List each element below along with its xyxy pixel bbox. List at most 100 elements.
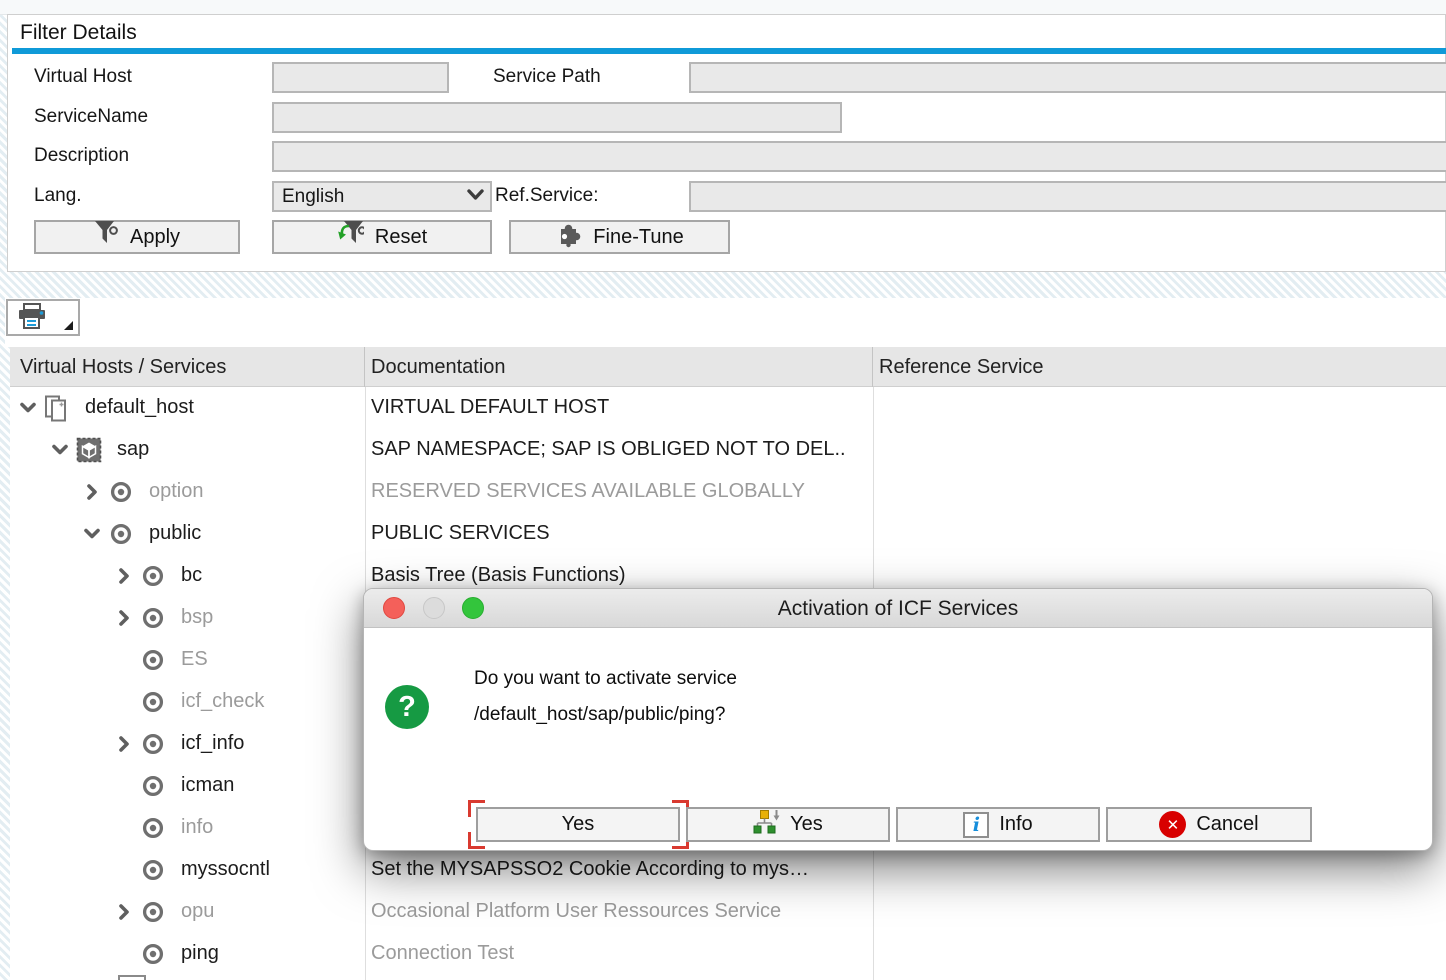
- tree-item-label[interactable]: info: [181, 816, 213, 839]
- filter-details-panel: Filter Details Virtual Host Service Path…: [7, 14, 1446, 272]
- reset-button-label: Reset: [375, 226, 427, 249]
- tree-row[interactable]: public PUBLIC SERVICES: [10, 513, 1446, 555]
- cancel-button-label: Cancel: [1196, 813, 1258, 836]
- sap-package-icon: [76, 437, 102, 468]
- cancel-button[interactable]: ✕ Cancel: [1106, 807, 1312, 842]
- tree-row[interactable]: opu Occasional Platform User Ressources S…: [10, 891, 1446, 933]
- service-name-input[interactable]: [272, 102, 842, 133]
- tree-item-label[interactable]: icf_check: [181, 690, 264, 713]
- tree-item-label[interactable]: ping: [181, 942, 219, 965]
- tree-row[interactable]: default_host VIRTUAL DEFAULT HOST: [10, 387, 1446, 429]
- service-name-label: ServiceName: [34, 106, 148, 128]
- documentation-cell: RESERVED SERVICES AVAILABLE GLOBALLY: [371, 480, 805, 503]
- activate-subtree-icon: [753, 810, 780, 840]
- print-button[interactable]: [6, 299, 80, 336]
- tree-item-label[interactable]: opu: [181, 900, 214, 923]
- tree-item-label[interactable]: bc: [181, 564, 202, 587]
- tree-item-label[interactable]: default_host: [85, 396, 194, 419]
- tree-item-label[interactable]: option: [149, 480, 204, 503]
- yes-button[interactable]: Yes: [476, 807, 680, 842]
- documentation-cell: VIRTUAL DEFAULT HOST: [371, 396, 609, 419]
- host-icon: [44, 395, 71, 428]
- filter-reset-icon: [337, 220, 364, 255]
- cancel-x-icon: ✕: [1159, 811, 1186, 838]
- tree-row[interactable]: option RESERVED SERVICES AVAILABLE GLOBAL…: [10, 471, 1446, 513]
- service-path-label: Service Path: [493, 66, 601, 88]
- service-icon: [108, 521, 134, 552]
- fine-tune-button-label: Fine-Tune: [593, 226, 683, 249]
- dialog-message-line2: /default_host/sap/public/ping?: [474, 704, 725, 726]
- tree-row[interactable]: sap SAP NAMESPACE; SAP IS OBLIGED NOT TO …: [10, 429, 1446, 471]
- table-toolbar: [5, 298, 1446, 347]
- service-icon: [140, 605, 166, 636]
- documentation-cell: Basis Tree (Basis Functions): [371, 564, 626, 587]
- chevron-down-icon[interactable]: [50, 440, 70, 465]
- top-band: [0, 0, 1446, 15]
- documentation-cell: PUBLIC SERVICES: [371, 522, 550, 545]
- tree-item-label[interactable]: sap: [117, 438, 149, 461]
- chevron-right-icon[interactable]: [114, 608, 134, 633]
- service-icon: [140, 563, 166, 594]
- dialog-message-line1: Do you want to activate service: [474, 668, 737, 690]
- yes-with-subtree-button-label: Yes: [790, 813, 823, 836]
- language-label: Lang.: [34, 185, 82, 207]
- column-header-reference-service[interactable]: Reference Service: [873, 347, 1446, 387]
- column-header-documentation[interactable]: Documentation: [365, 347, 873, 387]
- tree-item-label[interactable]: icf_info: [181, 732, 244, 755]
- tree-item-label[interactable]: ES: [181, 648, 208, 671]
- documentation-cell: Occasional Platform User Ressources Serv…: [371, 900, 781, 923]
- info-button[interactable]: i Info: [896, 807, 1100, 842]
- panel-title: Filter Details: [20, 21, 137, 45]
- service-icon: [140, 899, 166, 930]
- tree-row[interactable]: pingConnection Test: [10, 933, 1446, 975]
- chevron-right-icon[interactable]: [114, 734, 134, 759]
- accent-bar: [12, 48, 1446, 54]
- yes-with-subtree-button[interactable]: Yes: [686, 807, 890, 842]
- question-icon: ?: [385, 685, 429, 729]
- apply-button-label: Apply: [130, 226, 180, 249]
- virtual-host-label: Virtual Host: [34, 66, 132, 88]
- tree-row[interactable]: myssocntl Set the MYSAPSSO2 Cookie Accord…: [10, 849, 1446, 891]
- puzzle-icon: [555, 221, 582, 254]
- chevron-down-icon[interactable]: [18, 398, 38, 423]
- tree-item-label[interactable]: bsp: [181, 606, 213, 629]
- description-label: Description: [34, 145, 129, 167]
- print-dropdown-corner-icon[interactable]: [64, 321, 73, 330]
- language-select[interactable]: English: [272, 181, 492, 212]
- tree-item-label[interactable]: icman: [181, 774, 234, 797]
- ref-service-input[interactable]: [689, 181, 1446, 212]
- service-icon: [140, 857, 166, 888]
- service-path-input[interactable]: [689, 62, 1446, 93]
- sicf-screen: Filter Details Virtual Host Service Path…: [0, 0, 1446, 980]
- chevron-down-icon[interactable]: [82, 524, 102, 549]
- virtual-host-input[interactable]: [272, 62, 449, 93]
- service-icon: [108, 479, 134, 510]
- fine-tune-button[interactable]: Fine-Tune: [509, 220, 730, 254]
- service-icon: [140, 941, 166, 972]
- language-select-value: English: [282, 186, 344, 208]
- apply-button[interactable]: Apply: [34, 220, 240, 254]
- dialog-title: Activation of ICF Services: [364, 589, 1432, 628]
- service-icon: [140, 689, 166, 720]
- tree-item-label[interactable]: myssocntl: [181, 858, 270, 881]
- reset-button[interactable]: Reset: [272, 220, 492, 254]
- partial-next-row-icon: [118, 975, 146, 980]
- documentation-cell: Set the MYSAPSSO2 Cookie According to my…: [371, 858, 809, 881]
- dialog-title-bar[interactable]: Activation of ICF Services: [364, 589, 1432, 628]
- tree-item-label[interactable]: public: [149, 522, 201, 545]
- activation-dialog: Activation of ICF Services ? Do you want…: [363, 588, 1433, 851]
- table-header: Virtual Hosts / Services Documentation R…: [10, 347, 1446, 387]
- service-icon: [140, 731, 166, 762]
- chevron-right-icon[interactable]: [114, 902, 134, 927]
- service-icon: [140, 815, 166, 846]
- documentation-cell: SAP NAMESPACE; SAP IS OBLIGED NOT TO DEL…: [371, 438, 846, 461]
- service-icon: [140, 647, 166, 678]
- info-icon: i: [963, 812, 989, 838]
- column-header-virtual-hosts-services[interactable]: Virtual Hosts / Services: [10, 347, 365, 387]
- description-input[interactable]: [272, 141, 1446, 172]
- chevron-right-icon[interactable]: [114, 566, 134, 591]
- chevron-right-icon[interactable]: [82, 482, 102, 507]
- ref-service-label: Ref.Service:: [495, 185, 598, 207]
- filter-icon: [94, 220, 119, 255]
- yes-button-label: Yes: [562, 813, 595, 836]
